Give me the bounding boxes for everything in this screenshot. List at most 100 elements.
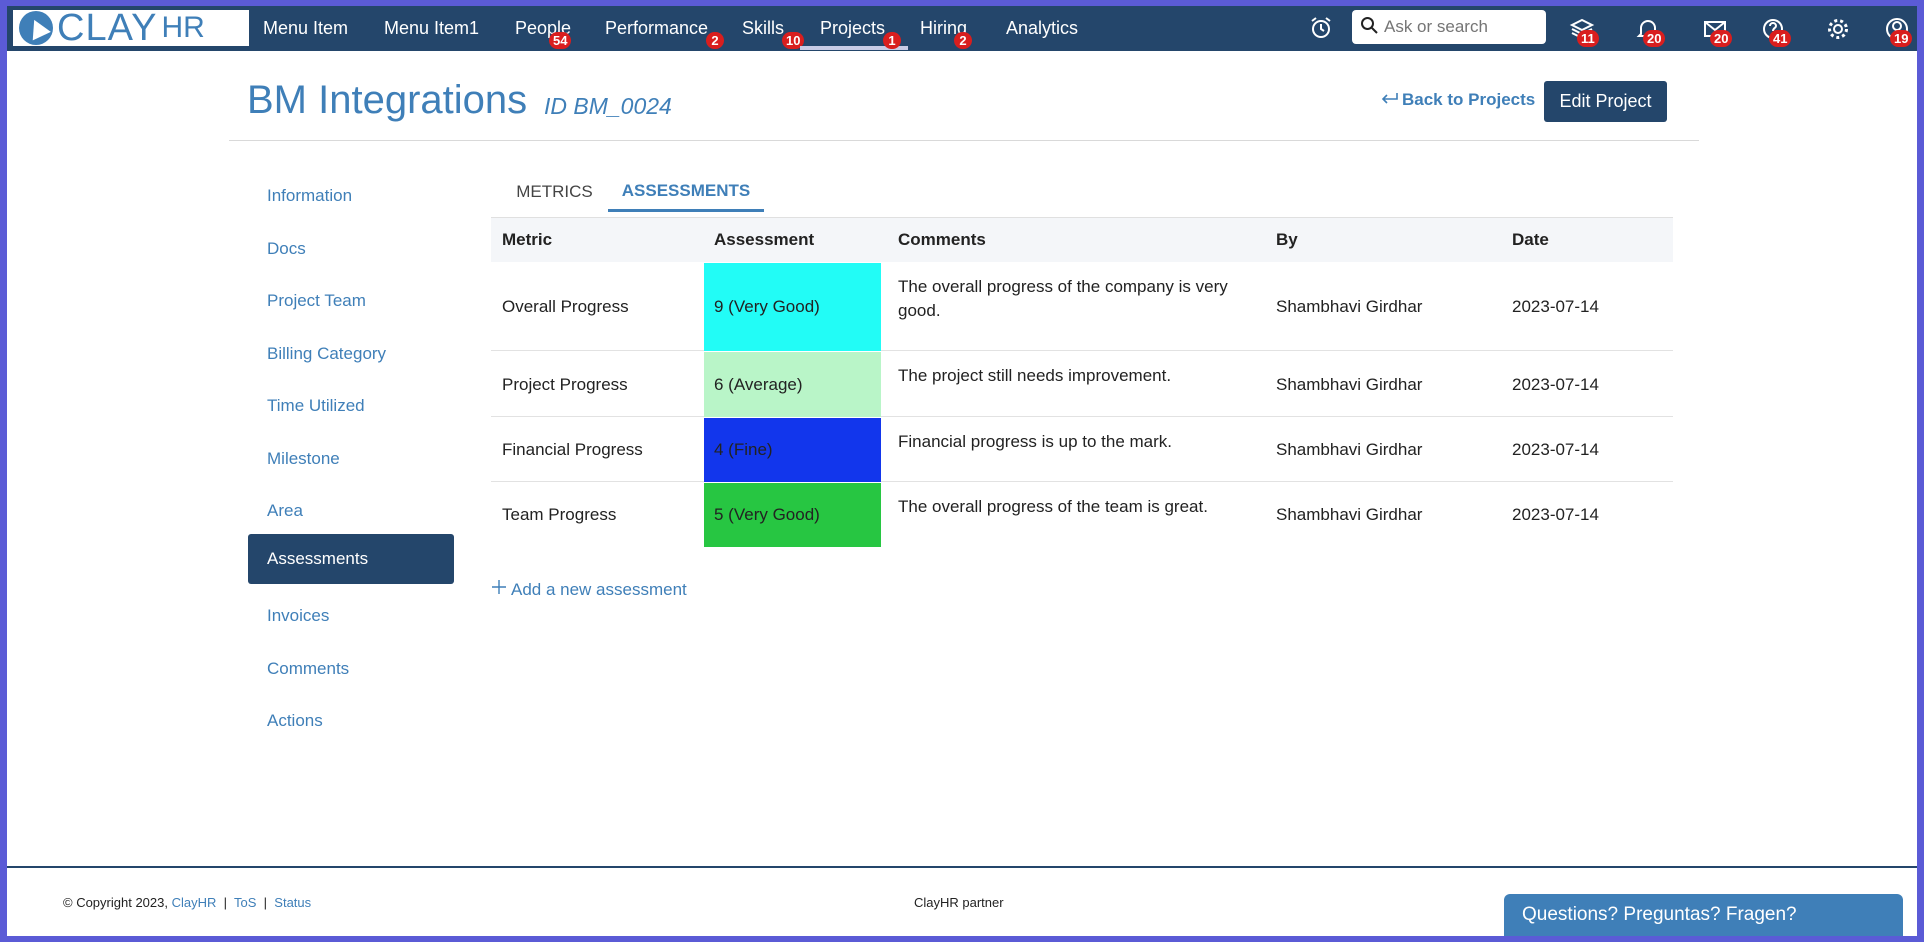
sidebar-item-label: Billing Category xyxy=(267,344,387,363)
chat-widget-button[interactable]: Questions? Preguntas? Fragen? xyxy=(1504,894,1903,936)
add-assessment-label: Add a new assessment xyxy=(511,579,687,599)
status-link[interactable]: Status xyxy=(274,895,311,910)
search-input[interactable] xyxy=(1384,17,1534,37)
sidebar-item-billing-category[interactable]: Billing Category xyxy=(248,329,454,379)
column-header-date: Date xyxy=(1512,230,1549,249)
footer-copyright: © Copyright 2023, ClayHR | ToS | Status xyxy=(63,895,311,910)
mail-count-badge: 20 xyxy=(1710,30,1733,47)
table-row[interactable]: Project Progress 6 (Average) The project… xyxy=(491,352,1673,417)
search-box[interactable] xyxy=(1352,10,1546,44)
profile-count-badge: 19 xyxy=(1890,30,1913,47)
comment-cell: The overall progress of the company is v… xyxy=(898,263,1258,323)
assessment-cell: 5 (Very Good) xyxy=(704,483,881,547)
sidebar-item-milestone[interactable]: Milestone xyxy=(248,434,454,484)
comment-cell: Financial progress is up to the mark. xyxy=(898,432,1173,451)
alarm-clock-icon[interactable] xyxy=(1308,15,1334,41)
sidebar-item-label: Project Team xyxy=(267,291,366,310)
sidebar-item-time-utilized[interactable]: Time Utilized xyxy=(248,381,454,431)
return-arrow-icon xyxy=(1380,90,1398,110)
gear-icon[interactable] xyxy=(1825,16,1851,42)
footer-separator: | xyxy=(260,895,271,910)
tab-metrics[interactable]: METRICS xyxy=(503,172,606,212)
footer-separator: | xyxy=(220,895,231,910)
comment-line: The overall progress of the company is v… xyxy=(898,277,1228,296)
author-cell: Shambhavi Girdhar xyxy=(1276,374,1423,394)
clayhr-logo[interactable]: CLAY HR xyxy=(13,7,249,49)
date-cell: 2023-07-14 xyxy=(1512,440,1599,459)
sidebar-item-label: Comments xyxy=(267,659,350,678)
nav-item-label: Performance xyxy=(605,18,709,38)
column-header-comments: Comments xyxy=(898,230,986,249)
date-cell: 2023-07-14 xyxy=(1512,297,1599,316)
plus-icon xyxy=(491,579,507,600)
nav-item-label: Analytics xyxy=(1006,18,1079,38)
table-row[interactable]: Financial Progress 4 (Fine) Financial pr… xyxy=(491,418,1673,482)
nav-item-menu-item[interactable]: Menu Item xyxy=(263,6,348,51)
sidebar-item-assessments[interactable]: Assessments xyxy=(248,534,454,584)
nav-item-performance[interactable]: Performance xyxy=(605,6,708,51)
table-row[interactable]: Overall Progress 9 (Very Good) The overa… xyxy=(491,263,1673,351)
metric-cell: Project Progress xyxy=(502,374,628,394)
sidebar-item-comments[interactable]: Comments xyxy=(248,644,454,694)
sidebar-item-project-team[interactable]: Project Team xyxy=(248,276,454,326)
nav-item-menu-item1[interactable]: Menu Item1 xyxy=(384,6,479,51)
sidebar-item-docs[interactable]: Docs xyxy=(248,224,454,274)
nav-item-label: Menu Item1 xyxy=(384,18,480,38)
table-row[interactable]: Team Progress 5 (Very Good) The overall … xyxy=(491,483,1673,547)
assessment-cell: 9 (Very Good) xyxy=(704,263,881,351)
assessment-cell: 4 (Fine) xyxy=(704,418,881,482)
performance-count-badge: 2 xyxy=(706,32,724,49)
tos-link[interactable]: ToS xyxy=(234,895,256,910)
author-cell: Shambhavi Girdhar xyxy=(1276,440,1423,459)
assessment-value: 9 (Very Good) xyxy=(714,297,820,316)
partner-text: ClayHR partner xyxy=(914,895,1004,910)
author-cell: Shambhavi Girdhar xyxy=(1276,297,1423,316)
table-header: Metric Assessment Comments By Date xyxy=(491,218,1673,262)
sidebar-item-label: Time Utilized xyxy=(267,396,365,415)
nav-item-label: Skills xyxy=(742,18,785,38)
add-assessment-link[interactable]: Add a new assessment xyxy=(491,579,687,600)
sidebar-item-area[interactable]: Area xyxy=(248,486,454,536)
sidebar-item-label: Milestone xyxy=(267,449,340,468)
column-header-by: By xyxy=(1276,230,1298,249)
tab-assessments[interactable]: ASSESSMENTS xyxy=(608,172,764,212)
header-divider xyxy=(229,140,1699,141)
back-to-projects-link[interactable]: Back to Projects xyxy=(1380,90,1535,110)
hiring-count-badge: 2 xyxy=(954,32,972,49)
nav-item-projects[interactable]: Projects xyxy=(820,6,885,51)
date-cell: 2023-07-14 xyxy=(1512,505,1599,524)
nav-item-label: Menu Item xyxy=(263,18,349,38)
sidebar-item-label: Area xyxy=(267,501,303,520)
app-frame: CLAY HR Menu Item Menu Item1 People 54 P… xyxy=(7,6,1917,936)
assessment-value: 5 (Very Good) xyxy=(714,505,820,524)
sidebar-item-label: Information xyxy=(267,186,353,205)
column-header-metric: Metric xyxy=(502,230,553,249)
clayhr-footer-link[interactable]: ClayHR xyxy=(172,895,217,910)
top-navigation-bar: CLAY HR Menu Item Menu Item1 People 54 P… xyxy=(7,6,1917,51)
sidebar-item-information[interactable]: Information xyxy=(248,171,454,221)
search-icon xyxy=(1360,16,1378,39)
notification-count-badge: 20 xyxy=(1643,30,1666,47)
comment-cell: The overall progress of the team is grea… xyxy=(898,497,1208,516)
projects-count-badge: 1 xyxy=(883,32,901,49)
nav-item-skills[interactable]: Skills xyxy=(742,6,784,51)
sidebar-item-label: Assessments xyxy=(267,549,369,568)
logo-text: CLAY xyxy=(57,7,158,49)
comment-line: good. xyxy=(898,301,941,320)
sidebar-item-actions[interactable]: Actions xyxy=(248,696,454,746)
sidebar-item-label: Actions xyxy=(267,711,323,730)
copyright-text: © Copyright 2023, xyxy=(63,895,168,910)
sidebar-item-label: Docs xyxy=(267,239,306,258)
metric-cell: Overall Progress xyxy=(502,297,629,316)
edit-project-button[interactable]: Edit Project xyxy=(1544,81,1667,122)
nav-item-analytics[interactable]: Analytics xyxy=(1006,6,1078,51)
metric-cell: Financial Progress xyxy=(502,440,643,459)
stack-count-badge: 11 xyxy=(1577,30,1599,47)
assessment-value: 6 (Average) xyxy=(714,374,803,394)
sidebar-item-invoices[interactable]: Invoices xyxy=(248,591,454,641)
assessment-value: 4 (Fine) xyxy=(714,440,773,459)
project-id: ID BM_0024 xyxy=(544,93,672,119)
assessment-cell: 6 (Average) xyxy=(704,352,881,417)
logo-suffix: HR xyxy=(161,11,205,44)
nav-item-label: Projects xyxy=(820,18,886,38)
